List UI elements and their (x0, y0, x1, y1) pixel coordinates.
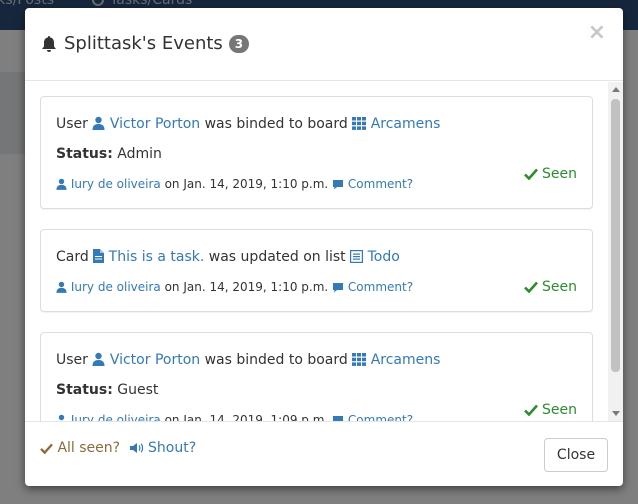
events-scrollbar[interactable] (608, 82, 623, 421)
comment-link[interactable]: Comment? (332, 177, 413, 191)
event-date: on Jan. 14, 2019, 1:10 p.m. (164, 280, 329, 294)
event-subject-link[interactable]: Victor Porton (92, 352, 204, 368)
event-meta: Iury de oliveira on Jan. 14, 2019, 1:10 … (56, 166, 577, 194)
event-target-label: Todo (367, 249, 400, 265)
event-card: User Victor Porton was binded to board A… (40, 96, 593, 209)
event-target-link[interactable]: Arcamens (352, 116, 440, 132)
event-subject-link[interactable]: This is a task. (93, 249, 209, 265)
close-button[interactable]: Close (544, 438, 608, 472)
event-action: was binded to board (204, 116, 348, 132)
event-count-badge: 3 (228, 34, 250, 53)
comment-icon (333, 283, 344, 293)
event-card: Card This is a task. was updated on list… (40, 229, 593, 312)
event-author-label: Iury de oliveira (70, 413, 161, 421)
event-author-label: Iury de oliveira (70, 177, 161, 191)
events-list: User Victor Porton was binded to board A… (40, 96, 593, 421)
event-author-label: Iury de oliveira (70, 280, 161, 294)
event-meta: Iury de oliveira on Jan. 14, 2019, 1:10 … (56, 277, 577, 297)
event-author-link[interactable]: Iury de oliveira (56, 177, 165, 191)
modal-title: Splittask's Events 3 (41, 33, 250, 54)
event-meta: Iury de oliveira on Jan. 14, 2019, 1:09 … (56, 402, 577, 421)
event-date: on Jan. 14, 2019, 1:10 p.m. (164, 177, 329, 191)
event-subject-label: Victor Porton (109, 352, 201, 368)
status-label: Status: (56, 382, 113, 398)
event-target-link[interactable]: Arcamens (352, 352, 440, 368)
list-icon (350, 250, 364, 263)
all-seen-link[interactable]: All seen? (40, 440, 125, 456)
seen-label: Seen (542, 402, 577, 418)
event-prefix: Card (56, 249, 89, 265)
event-subject-label: Victor Porton (109, 116, 201, 132)
event-prefix: User (56, 116, 88, 132)
event-status: Status: Admin (56, 144, 577, 164)
modal-footer: All seen? Shout? Close (25, 421, 623, 486)
event-subject-label: This is a task. (108, 249, 205, 265)
event-target-link[interactable]: Todo (350, 249, 400, 265)
modal-title-text: Splittask's Events (64, 33, 223, 54)
modal-close-icon[interactable]: × (588, 20, 606, 45)
card-padding (56, 297, 577, 311)
scroll-down-arrow[interactable] (612, 411, 620, 416)
scrollbar-thumb[interactable] (611, 99, 620, 372)
status-value: Guest (117, 382, 159, 398)
event-author-link[interactable]: Iury de oliveira (56, 280, 165, 294)
user-icon (92, 352, 105, 366)
check-icon (523, 404, 538, 416)
modal-body: User Victor Porton was binded to board A… (25, 82, 623, 421)
seen-button[interactable]: Seen (523, 277, 577, 297)
event-target-label: Arcamens (370, 352, 441, 368)
seen-button[interactable]: Seen (523, 164, 577, 184)
comment-link[interactable]: Comment? (332, 413, 413, 421)
event-date: on Jan. 14, 2019, 1:09 p.m. (164, 413, 329, 421)
status-label: Status: (56, 146, 113, 162)
event-author-link[interactable]: Iury de oliveira (56, 413, 165, 421)
comment-icon (333, 180, 344, 190)
event-description: Card This is a task. was updated on list… (56, 247, 577, 267)
comment-label: Comment? (347, 177, 414, 191)
comment-label: Comment? (347, 413, 414, 421)
event-subject-link[interactable]: Victor Porton (92, 116, 204, 132)
event-prefix: User (56, 352, 88, 368)
file-icon (93, 249, 105, 263)
user-icon (92, 116, 105, 130)
shout-label: Shout? (148, 440, 197, 456)
event-action: was updated on list (208, 249, 346, 265)
user-icon (56, 281, 67, 293)
modal-header: Splittask's Events 3 × (25, 8, 623, 81)
comment-label: Comment? (347, 280, 414, 294)
event-status: Status: Guest (56, 380, 577, 400)
footer-actions: All seen? Shout? (40, 440, 196, 456)
event-card: User Victor Porton was binded to board A… (40, 332, 593, 421)
board-icon (352, 353, 367, 366)
all-seen-label: All seen? (57, 440, 121, 456)
shout-link[interactable]: Shout? (129, 440, 197, 456)
scroll-up-arrow[interactable] (612, 87, 620, 92)
bell-icon (42, 35, 56, 52)
seen-label: Seen (542, 279, 577, 295)
event-action: was binded to board (204, 352, 348, 368)
event-target-label: Arcamens (370, 116, 441, 132)
seen-label: Seen (542, 166, 577, 182)
events-modal: Splittask's Events 3 × User Victor Porto… (25, 8, 623, 486)
status-value: Admin (117, 146, 162, 162)
check-icon (523, 281, 538, 293)
comment-link[interactable]: Comment? (332, 280, 413, 294)
seen-button[interactable]: Seen (523, 400, 577, 420)
check-icon (40, 443, 53, 454)
event-description: User Victor Porton was binded to board A… (56, 350, 577, 370)
event-description: User Victor Porton was binded to board A… (56, 114, 577, 134)
user-icon (56, 178, 67, 190)
board-icon (352, 117, 367, 130)
card-padding (56, 194, 577, 208)
check-icon (523, 168, 538, 180)
user-icon (58, 414, 65, 421)
bullhorn-icon (129, 443, 143, 453)
